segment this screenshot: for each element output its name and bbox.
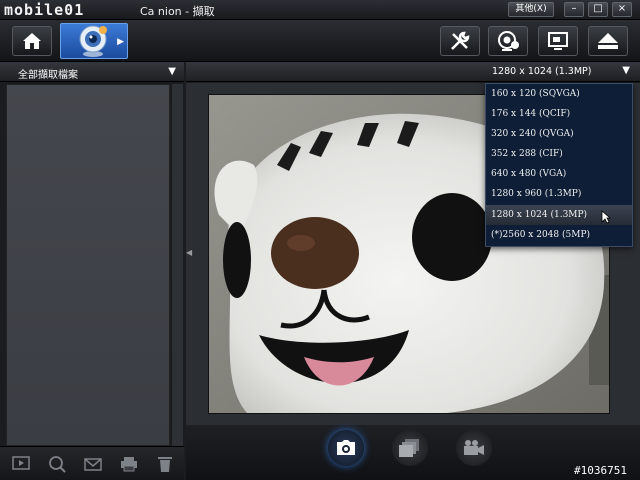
other-button[interactable]: 其他(X) (508, 2, 554, 17)
captured-files-list[interactable] (6, 84, 170, 446)
webcam-icon (79, 25, 107, 57)
resolution-dropdown[interactable]: 1280 x 1024 (1.3MP) ▼ (186, 62, 640, 82)
resolution-option[interactable]: 640 x 480 (VGA) (486, 164, 632, 184)
burst-capture-button[interactable] (392, 430, 428, 466)
burst-icon (399, 439, 419, 457)
eject-icon (598, 33, 618, 49)
capture-controls (186, 425, 640, 480)
maximize-button[interactable]: □ (588, 2, 608, 17)
resolution-option[interactable]: 160 x 120 (SQVGA) (486, 84, 632, 104)
resolution-option[interactable]: 320 x 240 (QVGA) (486, 124, 632, 144)
resolution-option[interactable]: (*)2560 x 2048 (5MP) (486, 225, 632, 245)
eject-button[interactable] (588, 26, 628, 56)
webcam-settings-button[interactable] (488, 26, 528, 56)
site-logo: mobile01 (4, 1, 85, 19)
file-filter-label: 全部擷取檔案 (18, 70, 78, 81)
display-icon (548, 32, 568, 50)
file-list-scrollbar[interactable] (171, 84, 183, 446)
tools-button[interactable] (440, 26, 480, 56)
resolution-option[interactable]: 352 x 288 (CIF) (486, 144, 632, 164)
play-button[interactable] (12, 455, 30, 473)
title-bar: mobile01 Ca nion - 擷取 其他(X) – □ × (0, 0, 640, 20)
home-button[interactable] (12, 26, 52, 56)
take-photo-button[interactable] (328, 430, 364, 466)
mode-menu-arrow[interactable]: ▶ (117, 37, 124, 47)
email-icon (84, 458, 102, 471)
delete-button[interactable] (156, 455, 174, 473)
trash-icon (158, 457, 172, 472)
current-resolution: 1280 x 1024 (1.3MP) (492, 66, 592, 77)
watermark-id: #1036751 (574, 464, 627, 477)
window-title: Ca nion - 擷取 (140, 5, 215, 18)
play-icon (12, 456, 30, 470)
mouse-cursor-icon (601, 210, 611, 224)
resolution-option[interactable]: 176 x 144 (QCIF) (486, 104, 632, 124)
collapse-panel-arrow[interactable]: ◀ (186, 248, 194, 257)
chevron-down-icon: ▼ (168, 66, 176, 77)
minimize-button[interactable]: – (564, 2, 584, 17)
print-icon (121, 457, 137, 472)
webcam-settings-icon (498, 31, 519, 51)
capture-mode-button[interactable]: ▶ (60, 23, 128, 59)
home-icon (23, 33, 41, 49)
display-button[interactable] (538, 26, 578, 56)
record-video-button[interactable] (456, 430, 492, 466)
video-camera-icon (464, 440, 484, 455)
close-button[interactable]: × (612, 2, 632, 17)
file-filter-dropdown[interactable]: 全部擷取檔案 ▼ (0, 62, 184, 82)
main-toolbar: ▶ (0, 20, 640, 62)
file-actions-bar (0, 446, 184, 480)
resolution-option[interactable]: 1280 x 960 (1.3MP) (486, 184, 632, 204)
camera-icon (337, 440, 355, 455)
zoom-icon (49, 456, 66, 473)
chevron-down-icon: ▼ (622, 65, 630, 76)
tools-icon (451, 31, 470, 50)
zoom-button[interactable] (48, 455, 66, 473)
email-button[interactable] (84, 455, 102, 473)
print-button[interactable] (120, 455, 138, 473)
